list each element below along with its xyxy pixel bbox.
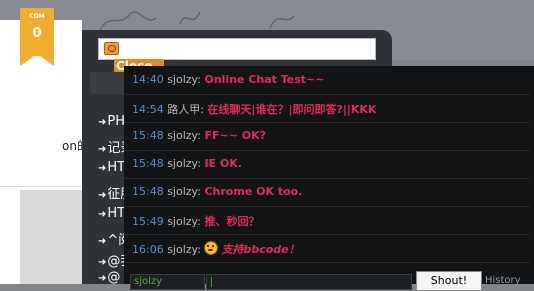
nav-item-label: PH [107,114,126,129]
chat-message: 15:48 sjolzy: IE OK. [132,157,242,170]
arrow-icon: ➜ [98,190,107,201]
chat-message: 16:06 sjolzy: 支持bbcode！ [132,241,300,257]
message-text: Online Chat Test~~ [204,73,325,86]
message-text: Chrome OK too. [204,185,303,198]
message-time: 15:48 [132,129,164,142]
message-time: 15:48 [132,157,164,170]
chat-message: 14:40 sjolzy: Online Chat Test~~ [132,73,324,86]
message-user: sjolzy: [167,185,201,198]
nav-item-label: HT [107,160,126,175]
message-time: 14:54 [132,103,164,116]
message-divider [124,94,530,95]
chat-message: 15:48 sjolzy: Chrome OK too. [132,185,302,198]
arrow-icon: ➜ [98,163,107,174]
message-text: 推、秒回？ [204,215,260,228]
badge-tail [20,54,54,66]
message-user: sjolzy: [167,243,201,256]
chat-message: 14:54 路人甲: 在线聊天|谁在？|即问即答?||KKK [132,101,376,117]
arrow-icon: ➜ [98,257,107,268]
message-text: 在线聊天|谁在？|即问即答?||KKK [207,103,377,116]
arrow-icon: ➜ [98,209,107,220]
badge-count: 0 [32,26,42,41]
message-divider [124,206,530,207]
badge-label: COM [29,13,45,20]
orange-widget-icon[interactable] [104,42,119,55]
chat-name-field[interactable]: sjolzy [130,274,205,290]
chat-message-input[interactable] [206,274,412,290]
message-divider [124,178,530,179]
message-text: FF~~ OK? [204,129,267,142]
nav-item-5[interactable]: ➜HT [98,206,125,221]
message-user: sjolzy: [167,129,201,142]
arrow-icon: ➜ [98,144,107,155]
arrow-icon: ➜ [98,273,107,284]
nav-item-8[interactable]: ➜@ [98,270,120,285]
angry-face-icon [204,241,219,255]
message-time: 16:06 [132,243,164,256]
message-user: 路人甲: [167,103,204,116]
message-divider [124,122,530,123]
content-block [20,190,82,284]
arrow-icon: ➜ [98,117,107,128]
message-text: 支持bbcode！ [221,243,300,256]
message-divider [124,150,530,151]
chat-message: 15:48 sjolzy: FF~~ OK? [132,129,266,142]
message-time: 15:48 [132,185,164,198]
nav-item-label: HT [107,206,126,221]
address-input[interactable] [98,38,376,60]
message-user: sjolzy: [167,157,201,170]
history-link[interactable]: History [485,275,521,286]
shout-button[interactable]: Shout! [416,271,482,291]
message-user: sjolzy: [167,73,201,86]
message-time: 14:40 [132,73,164,86]
message-text: IE OK. [204,157,242,170]
arrow-icon: ➜ [98,236,107,247]
nav-item-label: @ [107,270,121,285]
chat-message: 15:49 sjolzy: 推、秒回？ [132,213,259,229]
text-caret [211,277,212,287]
content-divider [0,186,82,187]
nav-item-3[interactable]: ➜HT [98,160,125,175]
message-divider [124,234,530,235]
message-user: sjolzy: [167,215,201,228]
comment-count-badge[interactable]: COM 0 [20,8,54,68]
message-time: 15:49 [132,215,164,228]
message-divider [124,262,530,263]
nav-item-1[interactable]: ➜PH [98,114,125,129]
